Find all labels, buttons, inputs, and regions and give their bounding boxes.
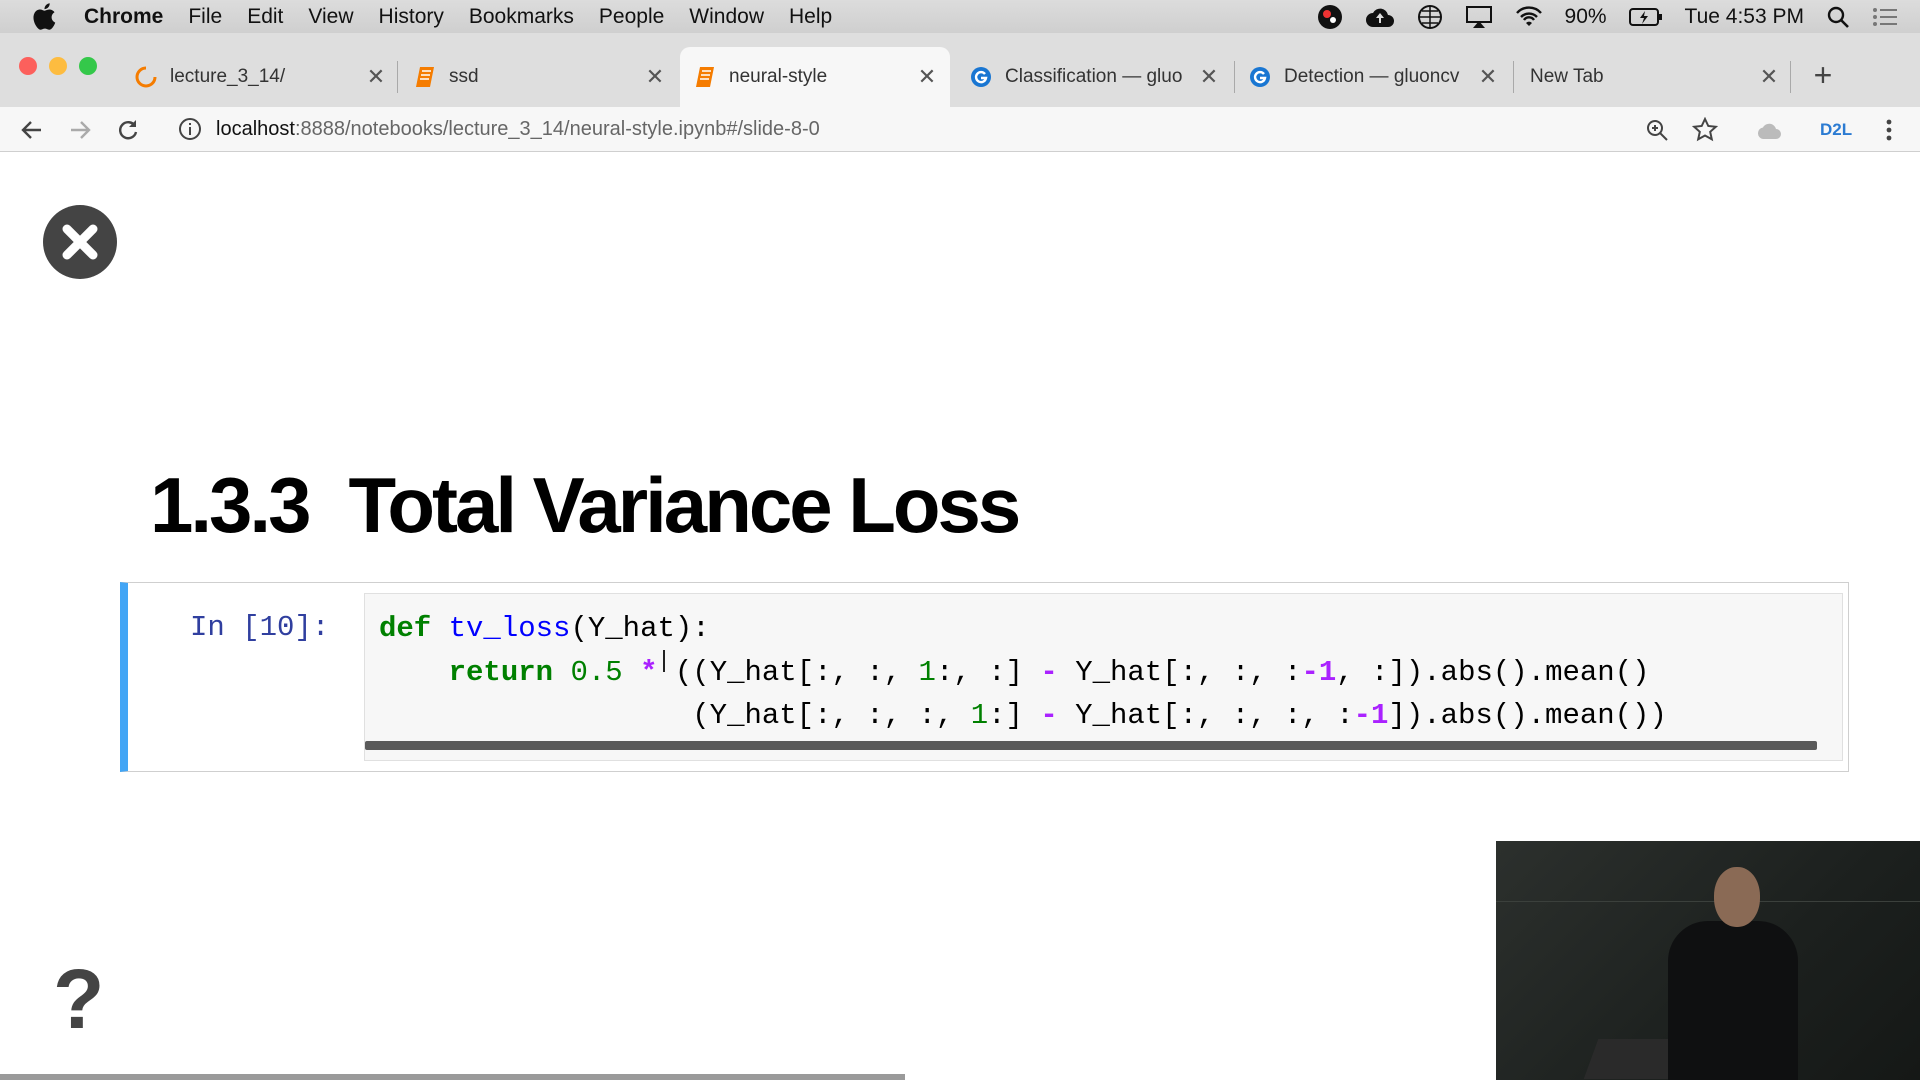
presenter-head bbox=[1714, 867, 1760, 927]
clock[interactable]: Tue 4:53 PM bbox=[1685, 5, 1804, 29]
creative-cloud-icon[interactable] bbox=[1317, 4, 1343, 30]
tab-close-icon[interactable]: ✕ bbox=[916, 64, 938, 90]
browser-toolbar: localhost:8888/notebooks/lecture_3_14/ne… bbox=[0, 107, 1920, 152]
drive-extension-icon[interactable] bbox=[1754, 115, 1784, 145]
tab-separator bbox=[1513, 61, 1514, 93]
help-icon[interactable]: ? bbox=[53, 957, 104, 1041]
menu-bookmarks[interactable]: Bookmarks bbox=[469, 5, 574, 29]
tab-label: New Tab bbox=[1530, 66, 1604, 87]
menu-people[interactable]: People bbox=[599, 5, 664, 29]
menu-app-chrome[interactable]: Chrome bbox=[84, 5, 163, 29]
text-cursor bbox=[663, 650, 665, 672]
zoom-icon[interactable] bbox=[1642, 115, 1672, 145]
loading-spinner-icon bbox=[135, 66, 157, 88]
tab-separator bbox=[1790, 61, 1791, 93]
more-menu-icon[interactable] bbox=[1874, 115, 1904, 145]
menu-edit[interactable]: Edit bbox=[247, 5, 283, 29]
status-area: 90% Tue 4:53 PM bbox=[1317, 0, 1898, 33]
menu-window[interactable]: Window bbox=[689, 5, 764, 29]
reload-icon[interactable] bbox=[113, 115, 143, 145]
window-close-button[interactable] bbox=[19, 57, 37, 75]
battery-charging-icon[interactable] bbox=[1628, 7, 1663, 27]
tab-close-icon[interactable]: ✕ bbox=[365, 64, 387, 90]
code-line-1: def tv_loss(Y_hat): bbox=[379, 612, 710, 645]
globe-icon[interactable] bbox=[1417, 4, 1443, 30]
url-path: :8888/notebooks/lecture_3_14/neural-styl… bbox=[294, 117, 820, 140]
menu-view[interactable]: View bbox=[308, 5, 353, 29]
tab-close-icon[interactable]: ✕ bbox=[1758, 64, 1780, 90]
tab-ssd[interactable]: ssd ✕ bbox=[414, 47, 666, 107]
gluon-icon bbox=[1249, 66, 1271, 88]
tab-separator bbox=[397, 61, 398, 93]
code-editor[interactable]: def tv_loss(Y_hat): return 0.5 * ((Y_hat… bbox=[364, 593, 1843, 761]
tab-new-tab[interactable]: New Tab ✕ bbox=[1530, 47, 1780, 107]
menu-file[interactable]: File bbox=[188, 5, 222, 29]
d2l-extension-button[interactable]: D2L bbox=[1820, 120, 1852, 140]
tab-close-icon[interactable]: ✕ bbox=[1198, 64, 1220, 90]
site-info-icon[interactable] bbox=[178, 117, 202, 141]
menu-help[interactable]: Help bbox=[789, 5, 832, 29]
bookmark-star-icon[interactable] bbox=[1690, 115, 1720, 145]
tab-label: Classification — gluo bbox=[1005, 66, 1183, 87]
notebook-icon bbox=[694, 66, 716, 88]
tab-neural-style[interactable]: neural-style ✕ bbox=[680, 47, 950, 107]
window-minimize-button[interactable] bbox=[49, 57, 67, 75]
tab-lecture-3-14[interactable]: lecture_3_14/ ✕ bbox=[135, 47, 387, 107]
airplay-icon[interactable] bbox=[1465, 5, 1493, 29]
tab-close-icon[interactable]: ✕ bbox=[644, 64, 666, 90]
spotlight-search-icon[interactable] bbox=[1826, 5, 1850, 29]
slide-title: 1.3.3 Total Variance Loss bbox=[150, 460, 1021, 551]
battery-percent: 90% bbox=[1564, 4, 1607, 28]
tab-label: lecture_3_14/ bbox=[170, 66, 286, 87]
page-horizontal-scrollbar[interactable] bbox=[0, 1074, 905, 1080]
section-number: 1.3.3 bbox=[150, 461, 311, 549]
forward-arrow-icon[interactable] bbox=[65, 115, 95, 145]
code-line-3: (Y_hat[:, :, :, 1:] - Y_hat[:, :, :, :-1… bbox=[692, 699, 1667, 732]
window-zoom-button[interactable] bbox=[79, 57, 97, 75]
tab-label: Detection — gluoncv bbox=[1284, 66, 1460, 87]
url-host: localhost bbox=[216, 117, 295, 140]
tab-label: ssd bbox=[449, 66, 479, 87]
chalkboard bbox=[1496, 901, 1920, 902]
gluon-icon bbox=[970, 66, 992, 88]
tab-detection[interactable]: Detection — gluoncv ✕ bbox=[1249, 47, 1499, 107]
cell-prompt: In [10]: bbox=[190, 611, 330, 644]
presenter-body bbox=[1668, 921, 1798, 1080]
code-horizontal-scrollbar[interactable] bbox=[365, 741, 1817, 750]
section-title: Total Variance Loss bbox=[348, 461, 1021, 549]
code-line-2: return 0.5 * ((Y_hat[:, :, 1:, :] - Y_ha… bbox=[448, 656, 1650, 689]
tab-label: neural-style bbox=[729, 66, 828, 87]
wifi-icon[interactable] bbox=[1515, 5, 1543, 28]
cloud-upload-icon[interactable] bbox=[1365, 6, 1395, 28]
notification-center-icon[interactable] bbox=[1872, 6, 1898, 28]
tab-separator bbox=[1234, 61, 1235, 93]
notebook-icon bbox=[414, 66, 436, 88]
address-bar[interactable]: localhost:8888/notebooks/lecture_3_14/ne… bbox=[165, 109, 1725, 149]
new-tab-button[interactable]: + bbox=[1808, 59, 1838, 91]
tab-strip: lecture_3_14/ ✕ ssd ✕ neural-style ✕ Cla… bbox=[0, 33, 1920, 107]
menu-history[interactable]: History bbox=[379, 5, 444, 29]
code-cell[interactable]: In [10]: def tv_loss(Y_hat): return 0.5 … bbox=[120, 582, 1849, 772]
tab-close-icon[interactable]: ✕ bbox=[1477, 64, 1499, 90]
exit-slideshow-button[interactable] bbox=[43, 205, 117, 279]
menu-bar: Chrome File Edit View History Bookmarks … bbox=[0, 0, 1920, 33]
presenter-video bbox=[1496, 841, 1920, 1080]
back-arrow-icon[interactable] bbox=[17, 115, 47, 145]
close-icon bbox=[62, 224, 98, 260]
tab-classification[interactable]: Classification — gluo ✕ bbox=[970, 47, 1220, 107]
apple-icon[interactable] bbox=[30, 3, 58, 31]
